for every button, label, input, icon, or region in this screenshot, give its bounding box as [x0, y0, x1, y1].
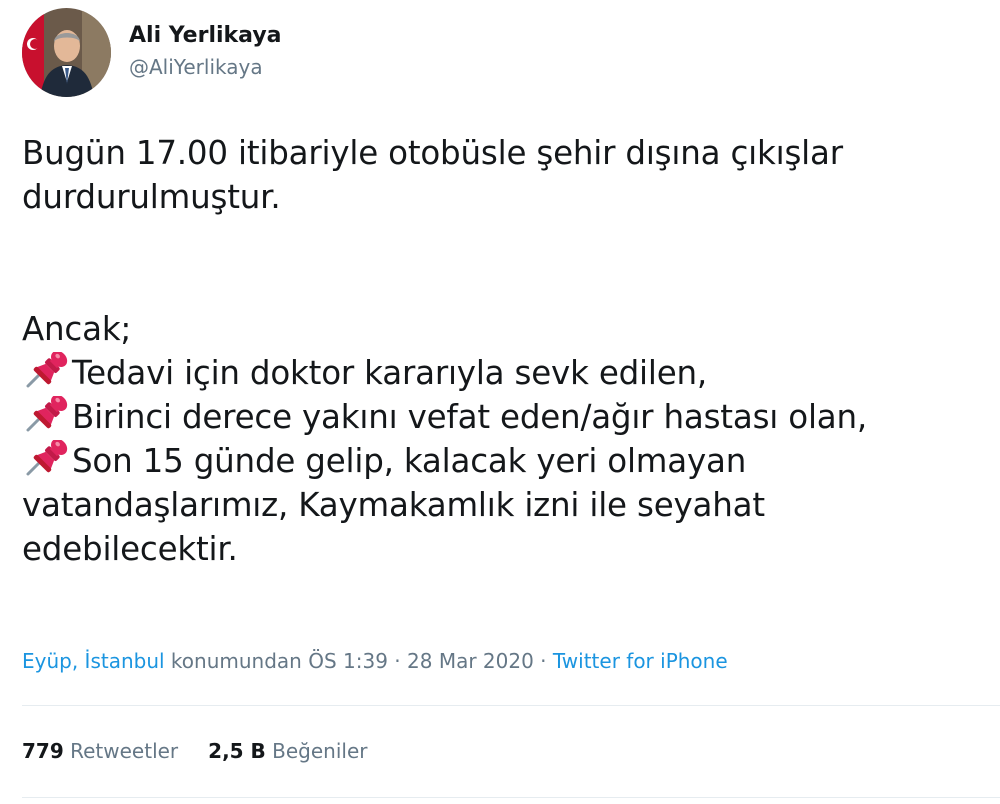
tweet-text: Bugün 17.00 itibariyle otobüsle şehir dı… — [22, 131, 982, 571]
likes-count: 2,5 B — [208, 739, 266, 763]
tweet-line: edebilecektir. — [22, 530, 238, 568]
retweets-stat[interactable]: 779 Retweetler — [22, 739, 178, 763]
location-suffix: konumundan — [164, 649, 309, 673]
bullet-text: Tedavi için doktor kararıyla sevk edilen… — [72, 354, 708, 392]
divider — [22, 705, 1000, 706]
pushpin-icon — [22, 396, 70, 434]
bullet-line: Birinci derece yakını vefat eden/ağır ha… — [22, 395, 982, 439]
tweet-header: Ali Yerlikaya @AliYerlikaya — [22, 8, 282, 97]
pushpin-icon — [22, 440, 70, 478]
date-link[interactable]: 28 Mar 2020 — [407, 649, 534, 673]
bullet-line: Tedavi için doktor kararıyla sevk edilen… — [22, 351, 982, 395]
tweet-line: durdurulmuştur. — [22, 178, 281, 216]
tweet-line: vatandaşlarımız, Kaymakamlık izni ile se… — [22, 486, 765, 524]
source-link[interactable]: Twitter for iPhone — [553, 649, 728, 673]
divider — [22, 797, 1000, 798]
tweet-stats: 779 Retweetler 2,5 B Beğeniler — [22, 737, 368, 765]
tweet-line: Ancak; — [22, 310, 132, 348]
bullet-text: Son 15 günde gelip, kalacak yeri olmayan — [72, 442, 747, 480]
avatar[interactable] — [22, 8, 111, 97]
pushpin-icon — [22, 352, 70, 390]
display-name[interactable]: Ali Yerlikaya — [129, 22, 282, 50]
likes-stat[interactable]: 2,5 B Beğeniler — [208, 739, 367, 763]
tweet-line: Bugün 17.00 itibariyle otobüsle şehir dı… — [22, 134, 843, 172]
meta-separator: · — [533, 649, 553, 673]
meta-separator: · — [387, 649, 408, 673]
likes-label: Beğeniler — [272, 739, 368, 763]
tweet-card: Ali Yerlikaya @AliYerlikaya Bugün 17.00 … — [0, 0, 1000, 804]
bullet-text: Birinci derece yakını vefat eden/ağır ha… — [72, 398, 868, 436]
retweets-count: 779 — [22, 739, 64, 763]
location-link[interactable]: Eyüp, İstanbul — [22, 649, 165, 673]
retweets-label: Retweetler — [70, 739, 179, 763]
timestamp-link[interactable]: ÖS 1:39 — [308, 649, 388, 673]
tweet-meta: Eyüp, İstanbul konumundan ÖS 1:39 · 28 M… — [22, 647, 728, 675]
author-names: Ali Yerlikaya @AliYerlikaya — [129, 22, 282, 80]
user-handle[interactable]: @AliYerlikaya — [129, 54, 282, 80]
bullet-line: Son 15 günde gelip, kalacak yeri olmayan — [22, 439, 982, 483]
